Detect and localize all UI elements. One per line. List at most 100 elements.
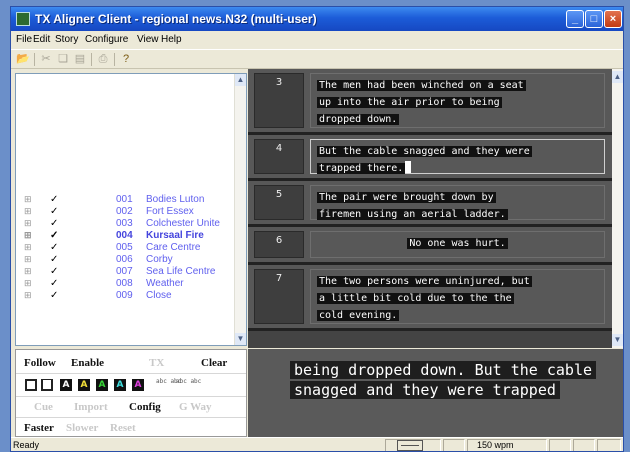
segment-text[interactable]: The two persons were uninjured, but a lit… xyxy=(310,269,605,324)
menu-view[interactable]: View xyxy=(137,34,159,45)
yellow-text-swatch[interactable]: A xyxy=(78,379,90,391)
status-text: Ready xyxy=(13,440,40,450)
app-icon xyxy=(16,12,30,26)
story-name: Colchester Unite xyxy=(146,218,220,229)
segment-line: No one was hurt. xyxy=(407,238,508,249)
caption-box-outline-icon[interactable] xyxy=(41,379,53,391)
menu-configure[interactable]: Configure xyxy=(85,34,128,45)
script-segment[interactable]: 7 The two persons were uninjured, but a li… xyxy=(248,265,612,331)
story-row[interactable]: ⊞ ✓ 002 Fort Essex xyxy=(16,206,236,218)
segment-line: cold evening. xyxy=(317,310,400,321)
script-segment[interactable]: 3 The men had been winched on a seat up in… xyxy=(248,69,612,135)
segment-number: 6 xyxy=(254,231,304,258)
scroll-up-icon[interactable]: ▲ xyxy=(612,71,623,83)
expand-icon[interactable]: ⊞ xyxy=(24,242,32,253)
cut-icon[interactable]: ✂ xyxy=(38,52,54,67)
expand-icon[interactable]: ⊞ xyxy=(24,218,32,229)
story-row[interactable]: ⊞ ✓ 003 Colchester Unite xyxy=(16,218,236,230)
help-icon[interactable]: ? xyxy=(118,52,134,67)
expand-icon[interactable]: ⊞ xyxy=(24,266,32,277)
white-text-swatch[interactable]: A xyxy=(60,379,72,391)
green-text-swatch[interactable]: A xyxy=(96,379,108,391)
script-segment[interactable]: 6 No one was hurt. xyxy=(248,227,612,265)
wpm-readout: 150 wpm xyxy=(477,440,514,450)
config-button[interactable]: Config xyxy=(129,401,161,413)
divider xyxy=(16,373,246,374)
magenta-text-swatch[interactable]: A xyxy=(132,379,144,391)
story-row[interactable]: ⊞ ✓ 001 Bodies Luton xyxy=(16,194,236,206)
menu-help[interactable]: Help xyxy=(161,34,182,45)
story-name: Sea Life Centre xyxy=(146,266,216,277)
story-list[interactable]: ⊞ ✓ 001 Bodies Luton ⊞ ✓ 002 Fort Essex ⊞ ✓ 003 Col… xyxy=(15,73,247,346)
maximize-button[interactable]: □ xyxy=(585,10,603,28)
story-row[interactable]: ⊞ ✓ 009 Close xyxy=(16,290,236,302)
script-segment[interactable]: 5 The pair were brought down by firemen us… xyxy=(248,181,612,227)
caption-preview: being dropped down. But the cable snagge… xyxy=(248,349,623,437)
segment-text[interactable]: The pair were brought down by firemen usi… xyxy=(310,185,605,220)
cue-button[interactable]: Cue xyxy=(34,401,53,413)
menu-file[interactable]: File xyxy=(16,34,32,45)
segment-text[interactable]: The men had been winched on a seat up int… xyxy=(310,73,605,128)
story-name: Kursaal Fire xyxy=(146,230,204,241)
script-segment[interactable]: 4 But the cable snagged and they were trap… xyxy=(248,135,612,181)
print-icon[interactable]: ⎙ xyxy=(95,52,111,67)
open-folder-icon[interactable]: 📂 xyxy=(15,52,31,67)
story-number: 003 xyxy=(116,218,133,229)
checkmark-icon: ✓ xyxy=(50,254,59,265)
font-style-toggle[interactable]: abc abc xyxy=(176,378,201,385)
story-row[interactable]: ⊞ ✓ 008 Weather xyxy=(16,278,236,290)
expand-icon[interactable]: ⊞ xyxy=(24,194,32,205)
story-list-scrollbar[interactable]: ▲ ▼ xyxy=(234,74,246,345)
story-row[interactable]: ⊞ ✓ 006 Corby xyxy=(16,254,236,266)
cyan-text-swatch[interactable]: A xyxy=(114,379,126,391)
toolbar-separator xyxy=(91,53,92,66)
story-row[interactable]: ⊞ ✓ 005 Care Centre xyxy=(16,242,236,254)
close-button[interactable]: × xyxy=(604,10,622,28)
expand-icon[interactable]: ⊞ xyxy=(24,290,32,301)
caption-line-2: snagged and they were trapped xyxy=(290,381,560,399)
segment-text[interactable]: No one was hurt. xyxy=(310,231,605,258)
minimize-button[interactable]: _ xyxy=(566,10,584,28)
scroll-down-icon[interactable]: ▼ xyxy=(235,333,246,345)
menu-edit[interactable]: Edit xyxy=(33,34,50,45)
slower-button[interactable]: Slower xyxy=(66,422,98,434)
segment-line: firemen using an aerial ladder. xyxy=(317,209,508,220)
story-number: 001 xyxy=(116,194,133,205)
segment-text[interactable]: But the cable snagged and they were trapp… xyxy=(310,139,605,174)
reset-button[interactable]: Reset xyxy=(110,422,136,434)
status-bar: Ready 150 wpm xyxy=(11,437,623,451)
script-pane[interactable]: 3 The men had been winched on a seat up in… xyxy=(248,69,623,348)
expand-icon[interactable]: ⊞ xyxy=(24,278,32,289)
script-scrollbar[interactable]: ▲ ▼ xyxy=(612,69,623,348)
story-name: Bodies Luton xyxy=(146,194,205,205)
scroll-up-icon[interactable]: ▲ xyxy=(235,74,246,86)
expand-icon[interactable]: ⊞ xyxy=(24,230,32,241)
app-window: TX Aligner Client - regional news.N32 (m… xyxy=(10,6,624,452)
follow-button[interactable]: Follow xyxy=(24,357,56,369)
clear-button[interactable]: Clear xyxy=(201,357,227,369)
status-panel xyxy=(573,439,595,451)
checkmark-icon: ✓ xyxy=(50,278,59,289)
g-way-button[interactable]: G Way xyxy=(179,401,212,413)
scroll-down-icon[interactable]: ▼ xyxy=(612,334,623,346)
segment-number: 4 xyxy=(254,139,304,174)
status-panel xyxy=(597,439,621,451)
story-name: Weather xyxy=(146,278,184,289)
segment-line: But the cable snagged and they were xyxy=(317,146,532,157)
expand-icon[interactable]: ⊞ xyxy=(24,254,32,265)
caption-box-solid-icon[interactable] xyxy=(25,379,37,391)
title-bar[interactable]: TX Aligner Client - regional news.N32 (m… xyxy=(11,7,623,31)
story-row[interactable]: ⊞ ✓ 004 Kursaal Fire xyxy=(16,230,236,242)
enable-button[interactable]: Enable xyxy=(71,357,104,369)
segment-line: up into the air prior to being xyxy=(317,97,502,108)
tx-button[interactable]: TX xyxy=(149,357,164,369)
expand-icon[interactable]: ⊞ xyxy=(24,206,32,217)
faster-button[interactable]: Faster xyxy=(24,422,54,434)
divider xyxy=(16,396,246,397)
story-row[interactable]: ⊞ ✓ 007 Sea Life Centre xyxy=(16,266,236,278)
paste-icon[interactable]: ▤ xyxy=(72,52,88,67)
menu-story[interactable]: Story xyxy=(55,34,78,45)
segment-line: dropped down. xyxy=(317,114,400,125)
copy-icon[interactable]: ❏ xyxy=(55,52,71,67)
import-button[interactable]: Import xyxy=(74,401,108,413)
